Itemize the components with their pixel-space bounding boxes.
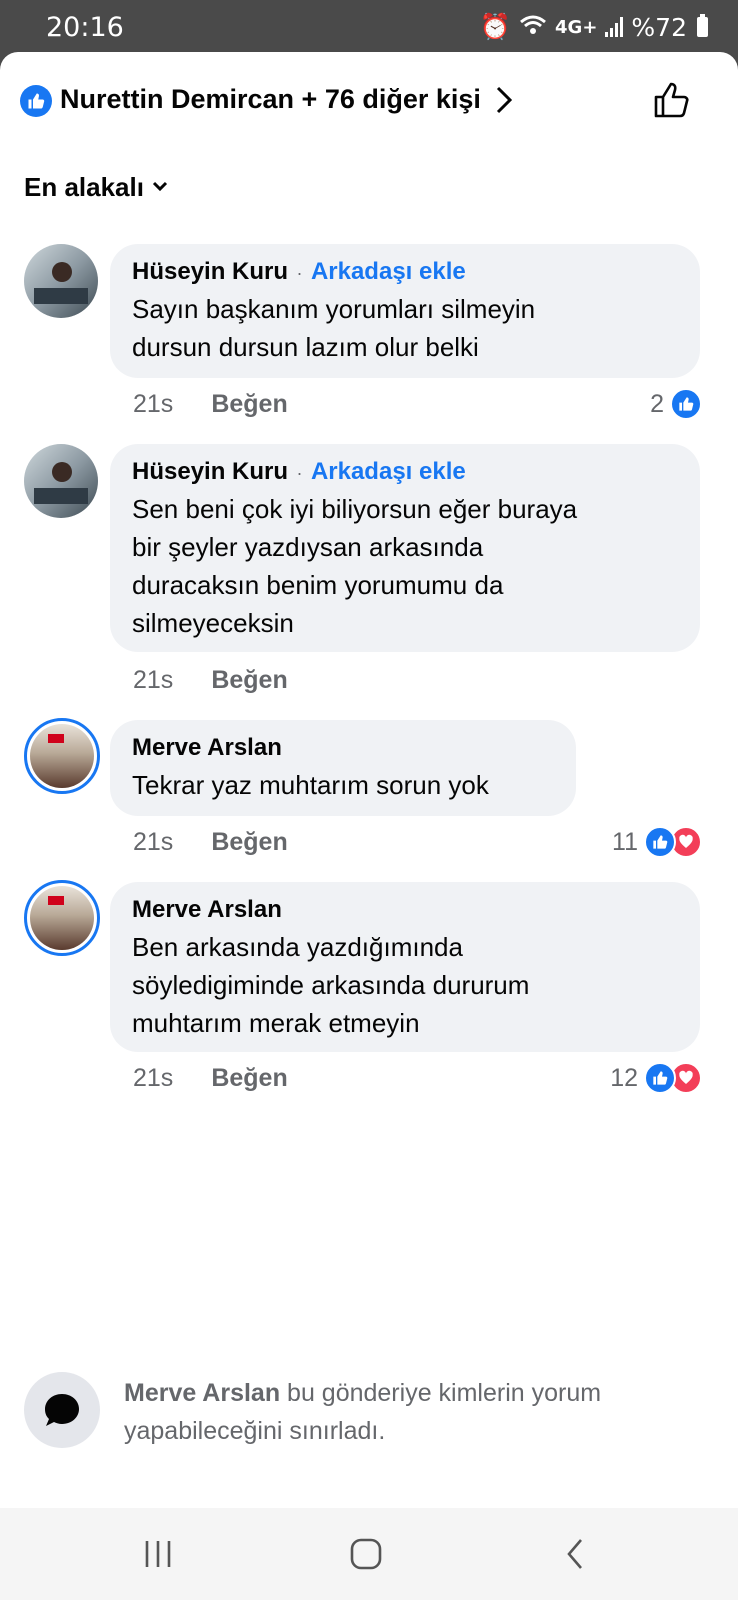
comment-author[interactable]: Hüseyin Kuru [132, 258, 288, 285]
comment-bubble[interactable]: Hüseyin Kuru · Arkadaşı ekle Sayın başka… [110, 244, 700, 378]
avatar[interactable] [24, 880, 100, 956]
network-type: 4G+ [555, 16, 598, 38]
wifi-icon [519, 13, 547, 42]
reaction-summary[interactable]: 12 [610, 1062, 702, 1094]
avatar[interactable] [24, 244, 98, 318]
back-button[interactable] [560, 1530, 590, 1578]
comment-author[interactable]: Merve Arslan [132, 734, 282, 761]
chevron-down-icon [152, 176, 168, 199]
comment-bubble[interactable]: Hüseyin Kuru · Arkadaşı ekle Sen beni ço… [110, 444, 700, 652]
recent-apps-button[interactable] [140, 1530, 176, 1578]
battery-percent: %72 [631, 12, 687, 42]
reaction-count: 2 [650, 389, 664, 418]
comment-time: 21s [133, 1064, 174, 1092]
alarm-icon: ⏰ [479, 12, 512, 41]
comment-bubble[interactable]: Merve Arslan Ben arkasında yazdığımında … [110, 882, 700, 1052]
system-nav-bar [0, 1508, 738, 1600]
reaction-count: 12 [610, 1063, 638, 1092]
home-button[interactable] [346, 1530, 386, 1578]
like-comment-button[interactable]: Beğen [211, 828, 287, 857]
like-comment-button[interactable]: Beğen [211, 666, 287, 695]
comment-meta: 21s Beğen [133, 390, 288, 419]
comment-bubble[interactable]: Merve Arslan Tekrar yaz muhtarım sorun y… [110, 720, 576, 816]
avatar[interactable] [24, 718, 100, 794]
comment-time: 21s [133, 666, 174, 694]
like-comment-button[interactable]: Beğen [211, 390, 287, 419]
comment-restriction-notice: Merve Arslan bu gönderiye kimlerin yorum… [24, 1372, 714, 1452]
reaction-summary[interactable]: 2 [650, 388, 702, 420]
separator-dot: · [296, 263, 303, 283]
like-comment-button[interactable]: Beğen [211, 1064, 287, 1093]
reaction-summary[interactable]: 11 [612, 826, 702, 858]
comment-time: 21s [133, 390, 174, 418]
battery-icon [697, 14, 708, 37]
notice-text: Merve Arslan bu gönderiye kimlerin yorum… [124, 1379, 602, 1445]
reactors-title: Nurettin Demircan + 76 diğer kişi [60, 84, 481, 114]
comment-text: Ben arkasında yazdığımında söyledigimind… [132, 932, 530, 1038]
comment-text: Tekrar yaz muhtarım sorun yok [132, 770, 489, 800]
add-friend-link[interactable]: Arkadaşı ekle [311, 258, 466, 285]
comments-sheet: Nurettin Demircan + 76 diğer kişi En ala… [0, 52, 738, 1508]
separator-dot: · [296, 463, 303, 483]
comment-author[interactable]: Merve Arslan [132, 896, 282, 923]
reaction-count: 11 [612, 827, 638, 856]
chevron-right-icon [492, 80, 516, 128]
avatar[interactable] [24, 444, 98, 518]
like-reaction-icon [644, 826, 676, 858]
notice-author[interactable]: Merve Arslan [124, 1379, 280, 1407]
speech-bubble-icon [24, 1372, 100, 1448]
comment-text: Sayın başkanım yorumları silmeyin dursun… [132, 294, 536, 362]
comment-meta: 21s Beğen [133, 1064, 288, 1093]
comment-author[interactable]: Hüseyin Kuru [132, 458, 288, 485]
comment-text: Sen beni çok iyi biliyorsun eğer buraya … [132, 494, 578, 638]
signal-icon [605, 17, 624, 37]
reactions-header[interactable]: Nurettin Demircan + 76 diğer kişi [20, 80, 720, 124]
status-bar: 20:16 ⏰ 4G+ %72 [0, 0, 738, 52]
sort-dropdown[interactable]: En alakalı [24, 172, 168, 203]
status-time: 20:16 [46, 12, 124, 43]
thumbs-up-outline-icon[interactable] [650, 78, 694, 122]
status-icons: ⏰ 4G+ %72 [480, 12, 708, 42]
sort-label: En alakalı [24, 172, 144, 202]
comment-time: 21s [133, 828, 174, 856]
like-badge-icon [20, 85, 52, 117]
comment-meta: 21s Beğen [133, 828, 288, 857]
add-friend-link[interactable]: Arkadaşı ekle [311, 458, 466, 485]
like-reaction-icon [644, 1062, 676, 1094]
like-reaction-icon [670, 388, 702, 420]
comment-meta: 21s Beğen [133, 666, 288, 695]
